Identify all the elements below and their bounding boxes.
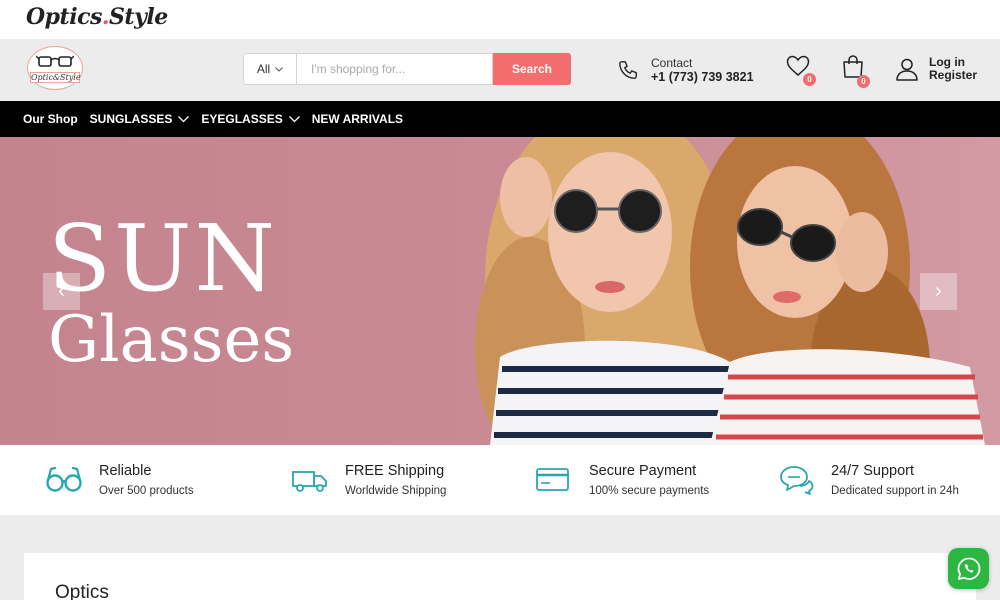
feature-subtitle: Worldwide Shipping <box>345 485 447 497</box>
nav-item-eyeglasses[interactable]: EYEGLASSES <box>201 112 300 126</box>
feature-support: 24/7 Support Dedicated support in 24h <box>777 463 959 497</box>
feature-title: Reliable <box>99 463 152 479</box>
user-icon <box>896 58 918 81</box>
contact-block[interactable]: Contact +1 (773) 739 3821 <box>617 56 754 84</box>
feature-reliable: Reliable Over 500 products <box>45 463 194 497</box>
feature-secure-payment: Secure Payment 100% secure payments <box>535 463 709 497</box>
chevron-down-icon <box>275 66 284 72</box>
hero-title: SUN Glasses <box>48 205 295 377</box>
chevron-down-icon <box>178 115 190 122</box>
account-block[interactable]: Log in Register <box>895 56 977 82</box>
brand-name-left: Optics <box>26 4 102 30</box>
chevron-left-icon: ‹ <box>58 280 65 302</box>
search-category-select[interactable]: All <box>243 53 296 85</box>
chevron-down-icon <box>288 115 300 122</box>
section-title: Optics <box>55 582 109 600</box>
hero-title-line1: SUN <box>48 205 279 312</box>
contact-phone[interactable]: +1 (773) 739 3821 <box>651 70 754 84</box>
glasses-logo-icon <box>36 55 74 67</box>
feature-subtitle: Dedicated support in 24h <box>831 485 959 497</box>
nav-item-our-shop[interactable]: Our Shop <box>23 112 78 126</box>
nav-label: Our Shop <box>23 112 78 126</box>
cart-button[interactable]: 0 <box>842 55 870 88</box>
hero-title-line2: Glasses <box>48 303 295 377</box>
feature-title: 24/7 Support <box>831 463 915 479</box>
feature-subtitle: Over 500 products <box>99 485 194 497</box>
brand-dot: . <box>101 4 110 30</box>
credit-card-icon <box>536 468 569 491</box>
brand-logo[interactable]: Optics.Style <box>26 4 168 30</box>
search-input[interactable] <box>296 53 493 85</box>
chevron-right-icon: › <box>935 280 942 302</box>
glasses-icon <box>46 466 82 492</box>
logo-tag: Optic&Style <box>30 72 81 83</box>
nav-item-sunglasses[interactable]: SUNGLASSES <box>90 112 190 126</box>
whatsapp-button[interactable] <box>948 548 989 589</box>
features-bar: Reliable Over 500 products FREE Shipping… <box>0 445 1000 515</box>
chat-icon <box>780 466 814 495</box>
wishlist-button[interactable]: 0 <box>786 55 816 86</box>
feature-title: Secure Payment <box>589 463 697 479</box>
main-nav: Our Shop SUNGLASSES EYEGLASSES NEW ARRIV… <box>0 101 1000 137</box>
slider-prev-button[interactable]: ‹ <box>43 273 80 310</box>
cart-count-badge: 0 <box>857 75 870 88</box>
wishlist-count-badge: 0 <box>803 73 816 86</box>
brand-strip: Optics.Style <box>0 0 1000 39</box>
nav-label: EYEGLASSES <box>201 112 283 126</box>
phone-icon <box>619 61 637 79</box>
register-link[interactable]: Register <box>929 69 977 82</box>
feature-free-shipping: FREE Shipping Worldwide Shipping <box>291 463 446 497</box>
feature-title: FREE Shipping <box>345 463 445 479</box>
nav-label: NEW ARRIVALS <box>311 112 404 126</box>
hero-models-image <box>475 137 985 445</box>
slider-next-button[interactable]: › <box>920 273 957 310</box>
nav-item-new-arrivals[interactable]: NEW ARRIVALS <box>312 112 403 126</box>
hero-banner[interactable]: SUN Glasses ‹ › <box>0 137 1000 445</box>
brand-name-right: Style <box>109 4 168 30</box>
search-category-label: All <box>256 62 271 76</box>
truck-icon <box>292 471 327 492</box>
header: Optic&Style All Search Contact +1 (773) … <box>0 39 1000 101</box>
contact-label: Contact <box>651 56 693 70</box>
nav-label: SUNGLASSES <box>89 112 173 126</box>
header-logo[interactable]: Optic&Style <box>27 46 83 90</box>
optics-section: Optics <box>24 553 976 600</box>
search-button[interactable]: Search <box>493 53 571 85</box>
feature-subtitle: 100% secure payments <box>589 485 710 497</box>
search-bar: All Search <box>243 53 571 85</box>
whatsapp-icon <box>957 557 980 580</box>
